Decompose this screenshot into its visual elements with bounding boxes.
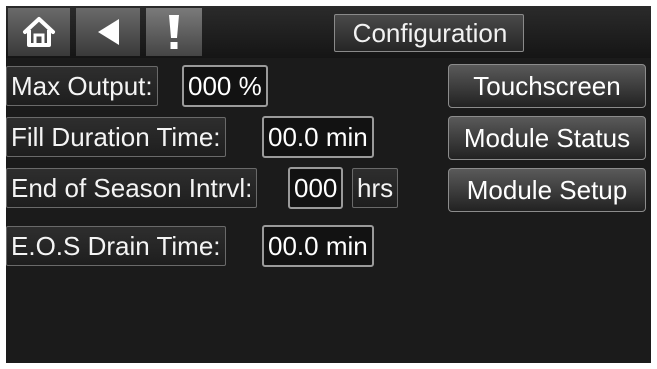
home-button[interactable] — [8, 8, 70, 56]
touchscreen-button[interactable]: Touchscreen — [448, 64, 646, 108]
home-icon — [22, 16, 56, 48]
page-title: Configuration — [334, 14, 524, 52]
back-button[interactable] — [76, 8, 140, 56]
module-status-button[interactable]: Module Status — [448, 116, 646, 160]
max-output-label: Max Output: — [6, 66, 158, 106]
top-bar: Configuration — [6, 6, 651, 58]
end-of-season-field[interactable]: 000 — [288, 167, 344, 209]
display-panel: Configuration Max Output: 000 % Fill Dur… — [6, 6, 651, 363]
module-setup-button[interactable]: Module Setup — [448, 168, 646, 212]
eos-drain-label: E.O.S Drain Time: — [6, 226, 226, 266]
max-output-field[interactable]: 000 % — [182, 65, 268, 107]
fill-duration-field[interactable]: 00.0 min — [262, 116, 374, 158]
eos-drain-field[interactable]: 00.0 min — [262, 225, 374, 267]
screen: Configuration Max Output: 000 % Fill Dur… — [0, 0, 657, 369]
fill-duration-label: Fill Duration Time: — [6, 117, 226, 157]
end-of-season-unit: hrs — [352, 168, 399, 208]
end-of-season-label: End of Season Intrvl: — [6, 168, 258, 208]
exclamation-alert-icon — [167, 13, 181, 51]
alert-button[interactable] — [146, 8, 202, 56]
back-arrow-icon — [95, 17, 121, 47]
